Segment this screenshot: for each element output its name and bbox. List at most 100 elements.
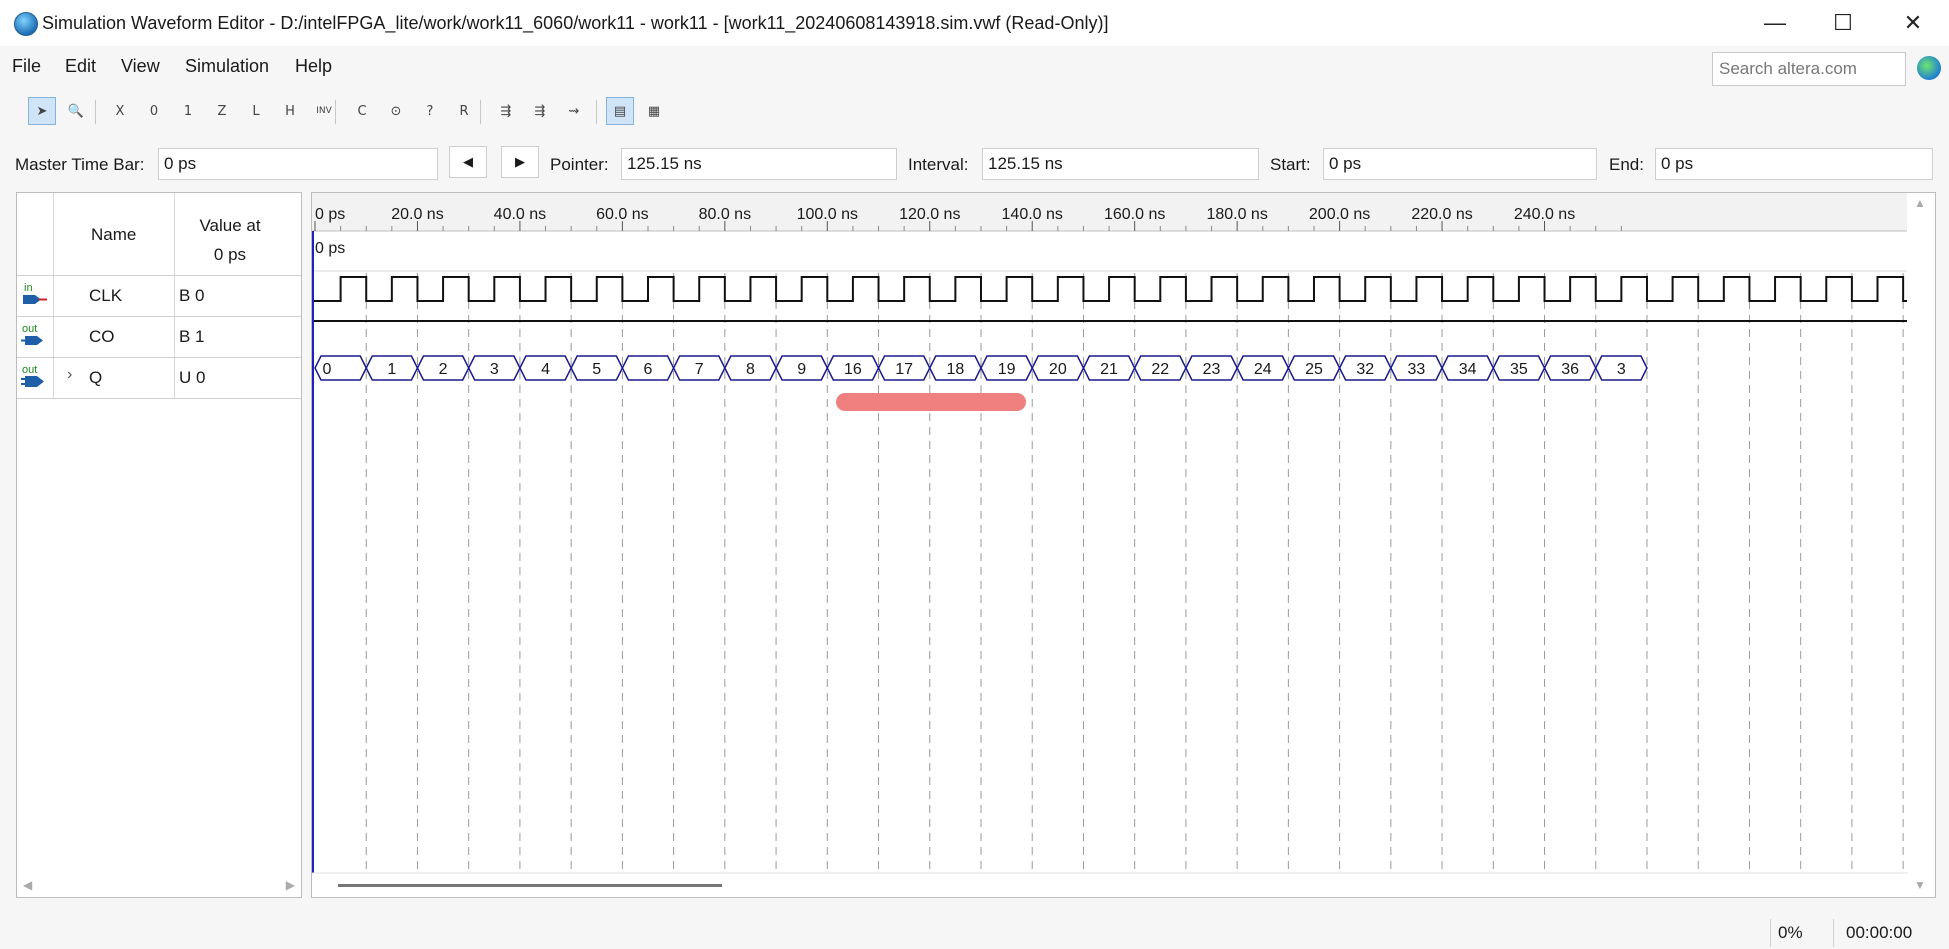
end-field: 0 ps — [1655, 148, 1933, 180]
count-value-icon[interactable]: C — [348, 97, 376, 125]
pointer-label: Pointer: — [550, 155, 609, 174]
q-value-label: 33 — [1408, 361, 1426, 378]
start-field: 0 ps — [1323, 148, 1597, 180]
waveform-canvas[interactable]: 0 ps 20.0 ns 40.0 ns 60.0 ns 80.0 ns 100.0 ns… — [312, 193, 1935, 897]
signal-row-co[interactable]: out CO B 1 — [17, 317, 301, 358]
q-value-label: 4 — [541, 361, 550, 378]
scroll-down-icon[interactable]: ▼ — [1914, 878, 1926, 892]
forcing-high-icon[interactable]: 1 — [174, 97, 202, 125]
forcing-unknown-icon[interactable]: X — [106, 97, 134, 125]
q-value-label: 21 — [1100, 361, 1118, 378]
output-bus-icon: out — [21, 364, 44, 387]
next-transition-button[interactable]: ▶ — [501, 146, 539, 178]
signal-list-header: Name Value at 0 ps — [17, 193, 301, 276]
signal-name: CLK — [89, 286, 123, 305]
name-column-header[interactable]: Name — [91, 225, 136, 245]
toolbar-separator — [596, 100, 597, 124]
previous-transition-button[interactable]: ◀ — [449, 146, 487, 178]
horizontal-scrollbar[interactable]: ◀ ▶ — [17, 873, 301, 897]
weak-high-icon[interactable]: H — [276, 97, 304, 125]
left-arrow-icon: ◀ — [463, 154, 473, 169]
value-header-line1: Value at — [199, 216, 261, 235]
ruler-label: 120.0 ns — [899, 206, 960, 223]
ruler-label: 60.0 ns — [596, 206, 648, 223]
menu-file[interactable]: File — [12, 56, 41, 77]
toolbar-separator — [95, 100, 96, 124]
ruler-label: 140.0 ns — [1002, 206, 1063, 223]
timing-netlist-icon[interactable]: ⇝ — [560, 97, 588, 125]
status-divider — [1833, 919, 1834, 947]
ruler-label: 100.0 ns — [797, 206, 858, 223]
master-time-bar-field[interactable]: 0 ps — [158, 148, 438, 180]
ruler-label: 180.0 ns — [1206, 206, 1267, 223]
input-pin-icon: in — [23, 282, 47, 304]
q-value-label: 25 — [1305, 361, 1323, 378]
search-input[interactable]: Search altera.com — [1712, 52, 1906, 86]
minimize-button[interactable]: — — [1745, 6, 1805, 40]
snap-to-grid-icon[interactable]: ▤ — [606, 97, 634, 125]
q-value-label: 5 — [592, 361, 601, 378]
ruler-label: 160.0 ns — [1104, 206, 1165, 223]
high-impedance-icon[interactable]: Z — [208, 97, 236, 125]
value-header-line2: 0 ps — [213, 245, 247, 264]
maximize-button[interactable]: ☐ — [1813, 6, 1873, 40]
toolbar: ➤ 🔍 X 0 1 Z L H INV C ⊙? R ⇶ ⇶ ⇝ ▤ ▦ — [0, 94, 1949, 129]
q-value-label: 20 — [1049, 361, 1067, 378]
status-bar: 0% 00:00:00 — [0, 909, 1949, 949]
invert-icon[interactable]: INV — [310, 97, 338, 125]
menu-help[interactable]: Help — [295, 56, 332, 77]
forcing-low-icon[interactable]: 0 — [140, 97, 168, 125]
interval-field: 125.15 ns — [982, 148, 1259, 180]
app-logo-icon — [14, 12, 38, 36]
q-value-label: 7 — [695, 361, 704, 378]
waveform-panel[interactable]: 0 ps 20.0 ns 40.0 ns 60.0 ns 80.0 ns 100.0 ns… — [311, 192, 1936, 898]
close-button[interactable]: ✕ — [1883, 6, 1943, 40]
signal-list-panel: Name Value at 0 ps in CLK B 0 out CO B 1… — [16, 192, 302, 898]
output-pin-icon: out — [21, 323, 43, 345]
ruler-label: 200.0 ns — [1309, 206, 1370, 223]
functional-simulation-icon[interactable]: ⇶ — [492, 97, 520, 125]
q-value-label: 35 — [1510, 361, 1528, 378]
q-value-label: 17 — [895, 361, 913, 378]
weak-low-icon[interactable]: L — [242, 97, 270, 125]
q-value-label: 1 — [387, 361, 396, 378]
scroll-right-icon[interactable]: ▶ — [286, 878, 295, 892]
value-column-header[interactable]: Value at 0 ps — [177, 211, 283, 269]
globe-icon[interactable] — [1917, 56, 1941, 80]
horizontal-scroll-thumb[interactable] — [338, 884, 722, 887]
signal-row-clk[interactable]: in CLK B 0 — [17, 276, 301, 317]
elapsed-time-text: 00:00:00 — [1846, 923, 1913, 942]
q-value-label: 16 — [844, 361, 862, 378]
menu-view[interactable]: View — [121, 56, 160, 77]
arbitrary-value-icon[interactable]: ? — [416, 97, 444, 125]
q-value-label: 0 — [323, 361, 332, 378]
overwrite-clock-icon[interactable]: ⊙ — [382, 97, 410, 125]
q-value-label: 18 — [946, 361, 964, 378]
expand-chevron-icon[interactable]: › — [67, 366, 72, 384]
q-value-label: 34 — [1459, 361, 1477, 378]
signal-name: Q — [89, 368, 103, 387]
time-bar: Master Time Bar: 0 ps ◀ ▶ Pointer: 125.1… — [0, 128, 1949, 188]
q-value-label: 36 — [1561, 361, 1579, 378]
scroll-left-icon[interactable]: ◀ — [23, 878, 32, 892]
q-value-label: 19 — [998, 361, 1016, 378]
grid-settings-icon[interactable]: ▦ — [640, 97, 668, 125]
svg-text:in: in — [24, 282, 33, 294]
ruler-label: 0 ps — [315, 206, 345, 223]
ruler-label: 40.0 ns — [494, 206, 546, 223]
menu-edit[interactable]: Edit — [65, 56, 96, 77]
scroll-up-icon[interactable]: ▲ — [1914, 196, 1926, 210]
q-value-label: 32 — [1356, 361, 1374, 378]
signal-value: B 1 — [179, 327, 205, 346]
timing-simulation-icon[interactable]: ⇶ — [526, 97, 554, 125]
zoom-tool-icon[interactable]: 🔍 — [62, 97, 90, 125]
interval-label: Interval: — [908, 155, 969, 174]
right-arrow-icon: ▶ — [515, 154, 525, 169]
q-value-label: 23 — [1203, 361, 1221, 378]
selection-tool-icon[interactable]: ➤ — [28, 97, 56, 125]
status-divider — [1770, 919, 1771, 947]
menu-simulation[interactable]: Simulation — [185, 56, 269, 77]
signal-row-q[interactable]: out › Q U 0 — [17, 358, 301, 399]
random-values-icon[interactable]: R — [450, 97, 478, 125]
toolbar-separator — [335, 100, 336, 124]
